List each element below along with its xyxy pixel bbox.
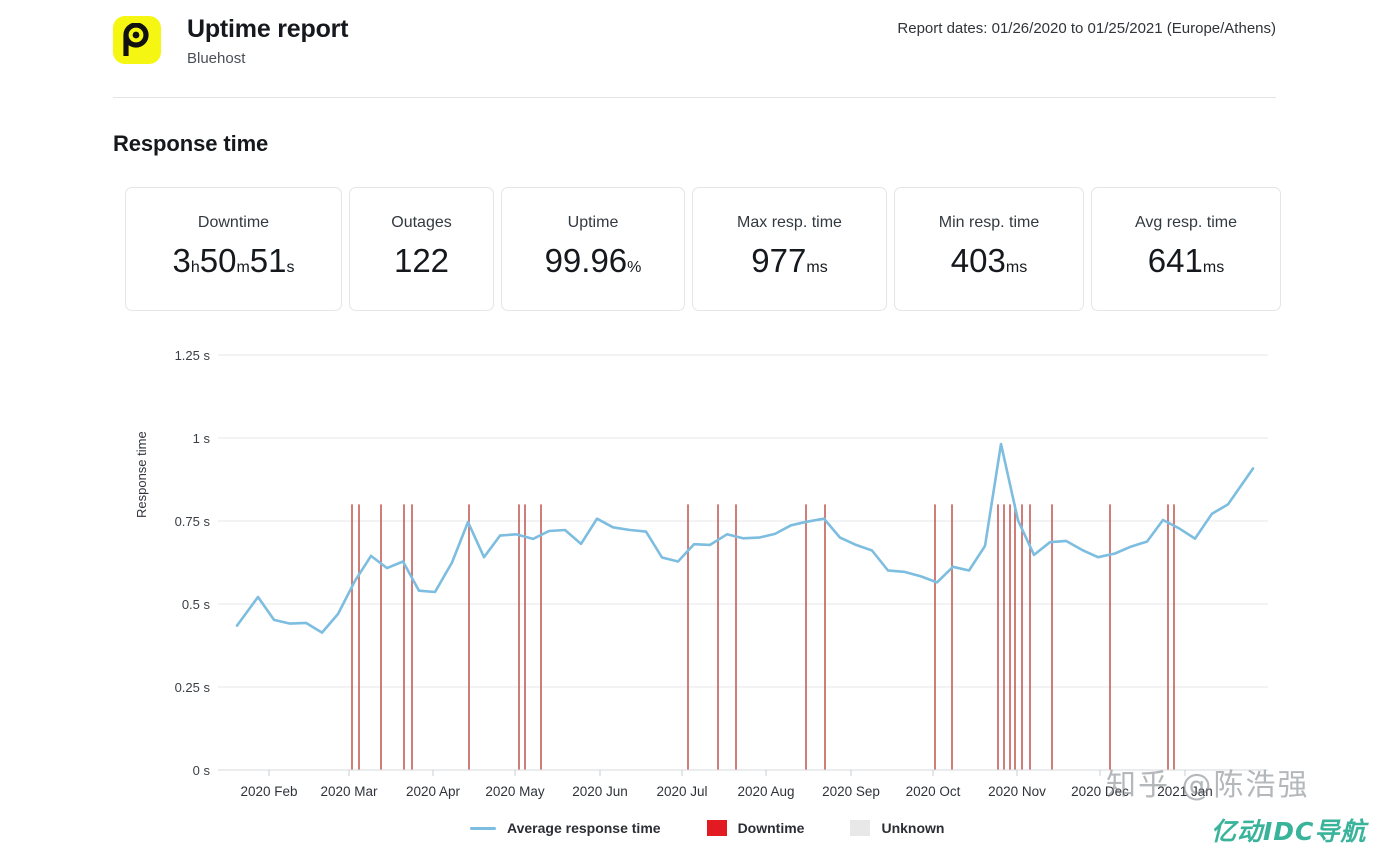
x-axis-tick-label: 2020 Nov [988, 784, 1046, 799]
stat-label: Max resp. time [737, 213, 842, 231]
legend-label: Unknown [881, 820, 945, 836]
stat-unit-seconds: s [286, 258, 295, 276]
stat-value-number: 641 [1147, 241, 1203, 279]
stat-card-uptime: Uptime 99.96% [501, 187, 685, 311]
y-axis-tick-label: 0.75 s [175, 514, 211, 529]
stat-card-outages: Outages 122 [349, 187, 494, 311]
stat-card-avg-response-time: Avg resp. time 641ms [1091, 187, 1281, 311]
stat-value: 3h50m51s [172, 241, 295, 286]
x-axis-tick-label: 2020 Aug [737, 784, 794, 799]
x-axis-tick-label: 2020 Jun [572, 784, 628, 799]
stat-unit: ms [806, 258, 828, 276]
x-axis-tick-label: 2020 Dec [1071, 784, 1129, 799]
x-axis-tick-label: 2020 Oct [906, 784, 961, 799]
y-axis-tick-label: 1.25 s [175, 348, 211, 363]
stat-value: 99.96% [544, 241, 642, 286]
uptime-report-page: Uptime report Bluehost Report dates: 01/… [0, 0, 1382, 850]
legend-square-marker-icon [706, 820, 727, 836]
stat-value-number: 99.96 [544, 241, 628, 279]
x-axis-tick-label: 2020 Mar [320, 784, 378, 799]
stat-value: 403ms [950, 241, 1028, 286]
response-time-chart: 0 s 0.25 s 0.5 s 0.75 s 1 s 1.25 s 2020 Feb 202… [175, 348, 1268, 799]
stat-unit-minutes: m [236, 258, 250, 276]
chart-legend: Average response time Downtime Unknown [470, 820, 990, 836]
stat-value-number: 122 [393, 241, 450, 279]
stat-value: 977ms [751, 241, 828, 286]
y-axis-tick-label: 1 s [193, 431, 211, 446]
stat-unit-hours: h [190, 258, 200, 276]
pingdom-p-logo-icon [113, 16, 161, 64]
header-divider [113, 97, 1276, 98]
x-axis-tick-label: 2020 Apr [406, 784, 461, 799]
stat-unit: ms [1005, 258, 1028, 276]
stat-label: Min resp. time [938, 213, 1040, 231]
report-dates: Report dates: 01/26/2020 to 01/25/2021 (… [897, 20, 1276, 37]
legend-line-marker-icon [470, 826, 496, 830]
x-axis-tick-label: 2020 Sep [822, 784, 880, 799]
report-subject: Bluehost [187, 50, 246, 67]
stat-unit: ms [1202, 258, 1225, 276]
x-axis-tick-label: 2020 Feb [240, 784, 297, 799]
stat-value: 122 [393, 241, 450, 286]
stat-card-row: Downtime 3h50m51s Outages 122 Uptime 99.… [125, 187, 1281, 311]
legend-item-average-response-time[interactable]: Average response time [470, 820, 661, 836]
y-axis-tick-label: 0 s [193, 763, 211, 778]
stat-value: 641ms [1147, 241, 1225, 286]
legend-square-marker-icon [850, 820, 871, 836]
legend-item-unknown[interactable]: Unknown [850, 820, 944, 836]
stat-value-number: 977 [751, 241, 807, 279]
section-title-response-time: Response time [113, 131, 269, 156]
stat-card-downtime: Downtime 3h50m51s [125, 187, 342, 311]
stat-card-min-response-time: Min resp. time 403ms [894, 187, 1084, 311]
legend-label: Downtime [737, 820, 805, 836]
stat-value-number: 403 [950, 241, 1006, 279]
y-axis-tick-label: 0.25 s [175, 680, 211, 695]
stat-label: Uptime [567, 213, 619, 231]
x-axis-tick-label: 2020 Jul [656, 784, 707, 799]
legend-label: Average response time [507, 820, 661, 836]
report-header: Uptime report Bluehost Report dates: 01/… [113, 0, 1276, 98]
y-axis-tick-label: 0.5 s [182, 597, 211, 612]
stat-unit: % [627, 258, 642, 276]
x-axis-tick-label: 2020 May [485, 784, 545, 799]
page-title: Uptime report [187, 15, 349, 43]
stat-card-max-response-time: Max resp. time 977ms [692, 187, 887, 311]
stat-value-minutes: 50 [199, 241, 237, 279]
stat-value-hours: 3 [172, 241, 191, 279]
stat-value-seconds: 51 [249, 241, 287, 279]
stat-label: Downtime [197, 213, 270, 231]
x-axis-tick-label: 2021 Jan [1157, 784, 1213, 799]
stat-label: Avg resp. time [1135, 213, 1237, 231]
stat-label: Outages [391, 213, 452, 231]
legend-item-downtime[interactable]: Downtime [706, 820, 805, 836]
